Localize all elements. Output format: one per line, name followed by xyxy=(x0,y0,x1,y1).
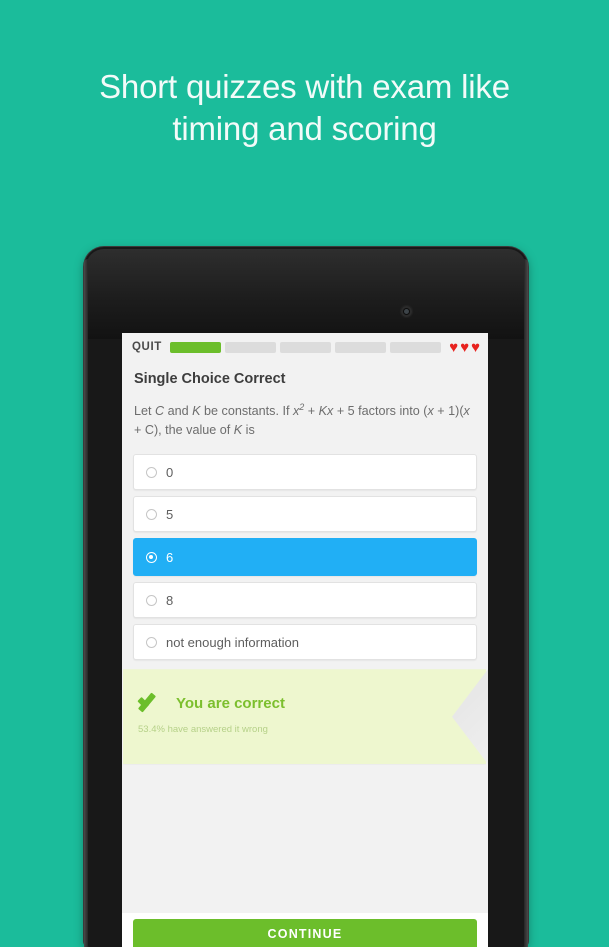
tablet-device-frame: QUIT ♥ ♥ ♥ Single Choice Correct Let C a… xyxy=(84,247,528,947)
feedback-stat: 53.4% have answered it wrong xyxy=(138,724,268,736)
progress-segment-3 xyxy=(280,341,332,353)
q-part-6: + 1)( xyxy=(433,404,464,419)
feedback-title-row: You are correct xyxy=(136,691,485,715)
answer-option-1[interactable]: 5 xyxy=(133,496,477,533)
radio-icon-3[interactable] xyxy=(146,594,157,606)
q-part-8: is xyxy=(242,423,255,438)
device-edge-left xyxy=(84,259,88,947)
feedback-ribbon-content: You are correct 53.4% have answered it w… xyxy=(122,669,485,764)
q-part-1: Let xyxy=(134,404,156,419)
progress-bar xyxy=(169,341,442,353)
answer-option-label-2: 6 xyxy=(166,549,174,565)
front-camera-icon xyxy=(401,306,412,317)
heart-icon-3: ♥ xyxy=(471,338,480,356)
check-icon xyxy=(136,691,166,715)
q-part-3: be constants. If xyxy=(200,404,293,419)
device-bezel-gloss xyxy=(86,249,526,339)
answer-option-label-3: 8 xyxy=(166,592,174,608)
answer-option-4[interactable]: not enough information xyxy=(133,624,477,661)
quit-button[interactable]: QUIT xyxy=(132,341,162,353)
app-screen: QUIT ♥ ♥ ♥ Single Choice Correct Let C a… xyxy=(122,333,488,947)
answer-option-2[interactable]: 6 xyxy=(133,538,477,577)
q-var-k3: K xyxy=(233,423,243,438)
q-var-x4: x xyxy=(463,404,470,419)
q-part-2: and xyxy=(164,404,193,419)
question-type-label: Single Choice Correct xyxy=(134,371,286,387)
q-var-k: K xyxy=(192,404,201,419)
q-var-k2: K xyxy=(318,404,328,419)
answer-option-label-4: not enough information xyxy=(166,634,299,650)
heart-icon-2: ♥ xyxy=(460,338,470,356)
heart-icon-1: ♥ xyxy=(449,338,459,356)
radio-icon-4[interactable] xyxy=(146,636,157,648)
answer-options-list: 0 5 6 8 not enough information xyxy=(122,440,488,661)
progress-segment-1 xyxy=(169,341,221,353)
q-part-4: + xyxy=(304,404,319,419)
continue-button[interactable]: CONTINUE xyxy=(133,919,477,947)
headline-line-2: timing and scoring xyxy=(172,110,437,147)
question-text: Let C and K be constants. If x2 + Kx + 5… xyxy=(122,387,488,440)
progress-segment-5 xyxy=(390,341,442,353)
q-var-c: C xyxy=(155,404,165,419)
progress-segment-4 xyxy=(335,341,387,353)
radio-icon-0[interactable] xyxy=(146,466,157,478)
quiz-topbar: QUIT ♥ ♥ ♥ xyxy=(122,333,488,361)
answer-option-0[interactable]: 0 xyxy=(133,454,477,491)
headline-line-1: Short quizzes with exam like xyxy=(99,68,510,105)
lives-hearts: ♥ ♥ ♥ xyxy=(449,340,480,355)
answer-option-label-1: 5 xyxy=(166,506,174,522)
radio-icon-2[interactable] xyxy=(146,551,157,563)
feedback-ribbon: You are correct 53.4% have answered it w… xyxy=(122,669,488,765)
progress-segment-2 xyxy=(224,341,277,353)
q-part-7: + C), the value of xyxy=(134,423,234,438)
feedback-title: You are correct xyxy=(176,694,285,712)
continue-button-area: CONTINUE xyxy=(122,913,488,947)
page-headline: Short quizzes with exam like timing and … xyxy=(0,66,609,150)
q-part-5: + 5 factors into ( xyxy=(333,404,428,419)
radio-icon-1[interactable] xyxy=(146,508,157,520)
answer-option-3[interactable]: 8 xyxy=(133,582,477,619)
device-edge-right xyxy=(524,259,528,947)
answer-option-label-0: 0 xyxy=(166,464,174,480)
